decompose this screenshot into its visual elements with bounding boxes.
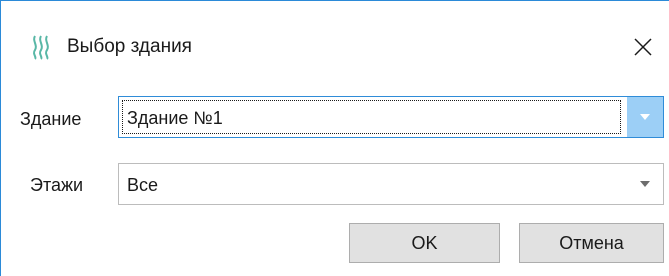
steam-waves-icon — [31, 34, 53, 60]
building-selected-value: Здание №1 — [127, 108, 223, 128]
building-combobox[interactable]: Здание №1 — [118, 96, 664, 138]
title-bar[interactable]: Выбор здания — [1, 1, 669, 91]
chevron-down-icon — [640, 114, 650, 120]
floors-dropdown-button[interactable] — [627, 164, 663, 204]
cancel-button[interactable]: Отмена — [519, 223, 664, 263]
close-icon — [634, 38, 652, 56]
floors-selected-value: Все — [127, 175, 159, 195]
floors-combobox[interactable]: Все — [118, 163, 664, 205]
chevron-down-icon — [640, 181, 650, 187]
floors-label: Этажи — [30, 175, 84, 195]
close-button[interactable] — [627, 32, 659, 62]
building-label: Здание — [20, 109, 82, 129]
building-dropdown-button[interactable] — [627, 97, 663, 137]
building-select-dialog: Выбор здания Здание Здание №1 Этажи Все … — [0, 0, 669, 276]
window-title: Выбор здания — [67, 36, 192, 57]
ok-button[interactable]: OK — [349, 223, 500, 263]
